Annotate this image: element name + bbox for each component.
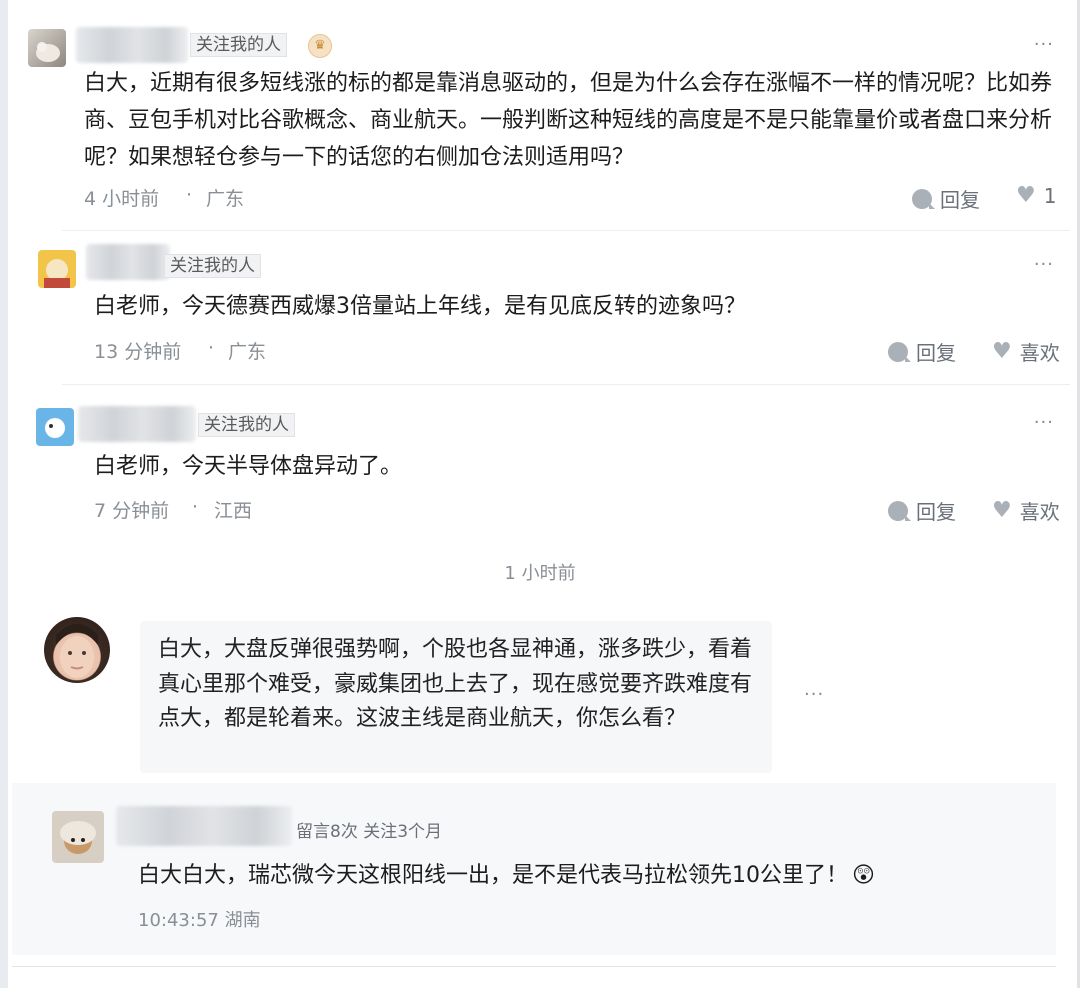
- divider: [62, 384, 1070, 385]
- blurred-username: [116, 806, 292, 846]
- heart-icon: ♥: [992, 338, 1012, 364]
- cartoon-avatar-icon: [45, 418, 65, 438]
- follower-tag: 关注我的人: [198, 413, 295, 437]
- meta-separator: ·: [192, 496, 199, 518]
- comment-text: 白老师，今天德赛西威爆3倍量站上年线，是有见底反转的迹象吗？: [94, 294, 746, 319]
- reply-icon: [888, 500, 911, 521]
- avatar[interactable]: [28, 29, 66, 67]
- like-label: 喜欢: [1019, 500, 1060, 524]
- reply-icon: [912, 188, 935, 209]
- blurred-username: [86, 244, 170, 280]
- reply-button[interactable]: 回复: [912, 184, 980, 213]
- follower-tag: 关注我的人: [164, 254, 261, 278]
- message-text: 白大，大盘反弹很强势啊，个股也各显神通，涨多跌少，看着真心里那个难受，豪威集团也…: [158, 637, 753, 731]
- comment-location: 广东: [228, 341, 267, 363]
- more-options-icon[interactable]: ···: [1034, 254, 1054, 275]
- reply-label: 回复: [916, 341, 956, 365]
- like-count: 1: [1043, 184, 1057, 208]
- like-label: 喜欢: [1019, 341, 1060, 365]
- dog-avatar-icon: [60, 821, 96, 854]
- divider: [12, 966, 1056, 967]
- quote-timestamp: 10:43:57 湖南: [138, 910, 261, 931]
- cat-avatar-icon: [36, 42, 60, 62]
- face-avatar-icon: [56, 624, 98, 678]
- more-options-icon[interactable]: ···: [804, 684, 824, 705]
- like-button[interactable]: ♥ 喜欢: [992, 337, 1060, 366]
- heart-icon: ♥: [992, 497, 1012, 523]
- comment-text: 白大，近期有很多短线涨的标的都是靠消息驱动的，但是为什么会存在涨幅不一样的情况呢…: [84, 71, 1053, 170]
- reply-button[interactable]: 回复: [888, 496, 956, 525]
- comment-location: 江西: [214, 500, 253, 522]
- blurred-username: [76, 27, 188, 63]
- reply-label: 回复: [916, 500, 956, 524]
- more-options-icon[interactable]: ···: [1034, 34, 1054, 55]
- meta-separator: ·: [208, 337, 215, 359]
- surprised-emoji-icon: 😲: [852, 863, 875, 888]
- avatar[interactable]: [36, 408, 74, 446]
- reply-button[interactable]: 回复: [888, 337, 956, 366]
- follower-tag: 关注我的人: [190, 33, 287, 57]
- comment-time: 4 小时前: [84, 188, 160, 210]
- avatar[interactable]: [44, 617, 110, 683]
- avatar[interactable]: [38, 250, 76, 288]
- like-button[interactable]: ♥ 喜欢: [992, 496, 1060, 525]
- comment-time: 13 分钟前: [94, 341, 182, 363]
- window-edge-left: [0, 0, 8, 988]
- blurred-username: [78, 406, 196, 442]
- time-divider: 1 小时前: [504, 563, 576, 584]
- more-options-icon[interactable]: ···: [1034, 412, 1054, 433]
- cartoon-avatar-icon: [44, 259, 70, 288]
- heart-icon: ♥: [1016, 183, 1036, 208]
- reply-icon: [888, 341, 911, 362]
- user-stats: 留言8次 关注3个月: [296, 822, 443, 842]
- crown-badge-icon: ♛: [308, 34, 332, 58]
- comment-time: 7 分钟前: [94, 500, 170, 522]
- quoted-text: 白大白大，瑞芯微今天这根阳线一出，是不是代表马拉松领先10公里了！ 😲: [138, 857, 1018, 894]
- reply-label: 回复: [940, 188, 980, 212]
- meta-separator: ·: [186, 184, 193, 206]
- divider: [62, 230, 1070, 231]
- like-button[interactable]: ♥ 1: [1016, 184, 1056, 208]
- avatar[interactable]: [52, 811, 104, 863]
- quoted-message: 白大白大，瑞芯微今天这根阳线一出，是不是代表马拉松领先10公里了！: [138, 863, 848, 888]
- comment-text: 白老师，今天半导体盘异动了。: [94, 454, 403, 479]
- comment-location: 广东: [206, 188, 245, 210]
